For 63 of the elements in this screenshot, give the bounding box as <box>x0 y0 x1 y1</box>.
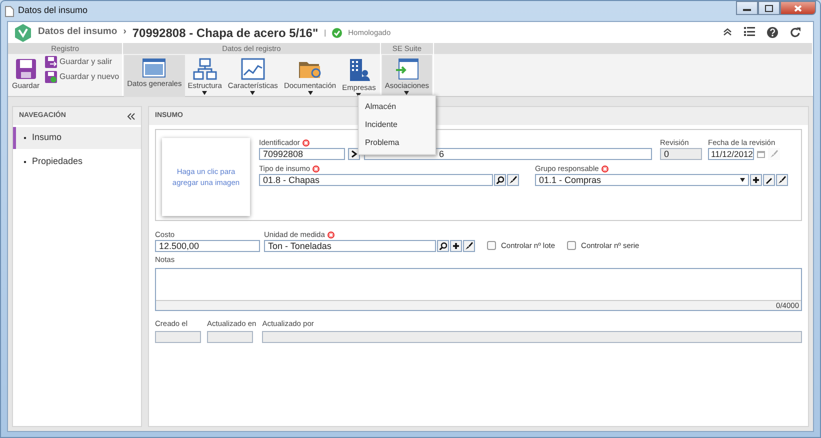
brush-icon <box>770 150 778 158</box>
close-icon <box>794 4 802 12</box>
add-button[interactable] <box>750 174 762 186</box>
caret-down-icon <box>740 178 745 182</box>
plus-icon <box>752 176 760 184</box>
maximize-button[interactable] <box>758 1 780 15</box>
clear-button[interactable] <box>463 240 475 252</box>
go-button[interactable] <box>348 148 360 160</box>
edit-button[interactable] <box>763 174 775 186</box>
search-button[interactable] <box>494 174 506 186</box>
check-badge-icon <box>332 28 342 38</box>
checkbox[interactable] <box>567 240 576 250</box>
calendar-icon <box>757 150 765 158</box>
window-title: Datos del insumo <box>18 4 88 18</box>
brush-icon <box>778 176 786 184</box>
add-button[interactable] <box>450 240 462 252</box>
refresh-icon[interactable] <box>790 27 801 38</box>
linked-window-icon <box>394 58 419 80</box>
menu-item[interactable]: Incidente <box>359 116 435 134</box>
record-title: 70992808 - Chapa de acero 5/16" <box>132 24 318 42</box>
select-field[interactable]: 01.1 - Compras <box>535 174 749 186</box>
chevron-right-icon <box>350 150 358 158</box>
input-field[interactable] <box>155 331 201 343</box>
brush-icon <box>509 176 517 184</box>
line-chart-icon <box>240 58 265 80</box>
pencil-icon <box>765 176 773 184</box>
field-value: 6 <box>438 149 444 159</box>
collapse-icon[interactable] <box>723 27 732 36</box>
save-icon <box>14 58 37 80</box>
checkbox[interactable] <box>487 240 496 250</box>
ribbon-button[interactable]: Guardar y salir <box>42 55 122 69</box>
hierarchy-icon <box>192 58 217 80</box>
clear-button[interactable] <box>507 174 519 186</box>
window-icon <box>142 58 166 78</box>
help-icon[interactable] <box>767 27 778 38</box>
input-field[interactable] <box>207 331 253 343</box>
search-icon <box>496 176 504 184</box>
document-icon <box>5 6 14 16</box>
search-icon <box>439 242 447 250</box>
breadcrumb-separator: › <box>123 25 126 40</box>
field-value: 01.1 - Compras <box>539 175 602 185</box>
input-field[interactable]: 0 <box>660 148 702 160</box>
plus-icon <box>452 242 460 250</box>
input-field[interactable]: 12.500,00 <box>155 240 260 252</box>
ribbon-button[interactable]: Guardar y nuevo <box>42 70 122 84</box>
input-field[interactable]: 01.8 - Chapas <box>259 174 493 186</box>
close-button[interactable] <box>780 1 816 15</box>
input-field[interactable]: 70992808 <box>259 148 345 160</box>
minimize-button[interactable] <box>736 1 758 15</box>
search-button[interactable] <box>437 240 449 252</box>
list-icon[interactable] <box>744 27 755 36</box>
brush-icon <box>465 242 473 250</box>
input-field[interactable] <box>262 331 802 343</box>
menu-item[interactable]: Almacén <box>359 98 435 116</box>
save-exit-icon <box>44 56 57 68</box>
save-new-icon <box>44 71 57 83</box>
breadcrumb-link[interactable]: Datos del insumo <box>38 25 118 40</box>
input-field[interactable]: 11/12/2012 <box>708 148 754 160</box>
input-field[interactable]: Ton - Toneladas <box>264 240 436 252</box>
clear-button[interactable] <box>776 174 788 186</box>
nav-item[interactable]: Insumo <box>13 127 141 149</box>
maximize-icon <box>765 4 773 12</box>
collapse-left-icon[interactable] <box>127 112 135 120</box>
